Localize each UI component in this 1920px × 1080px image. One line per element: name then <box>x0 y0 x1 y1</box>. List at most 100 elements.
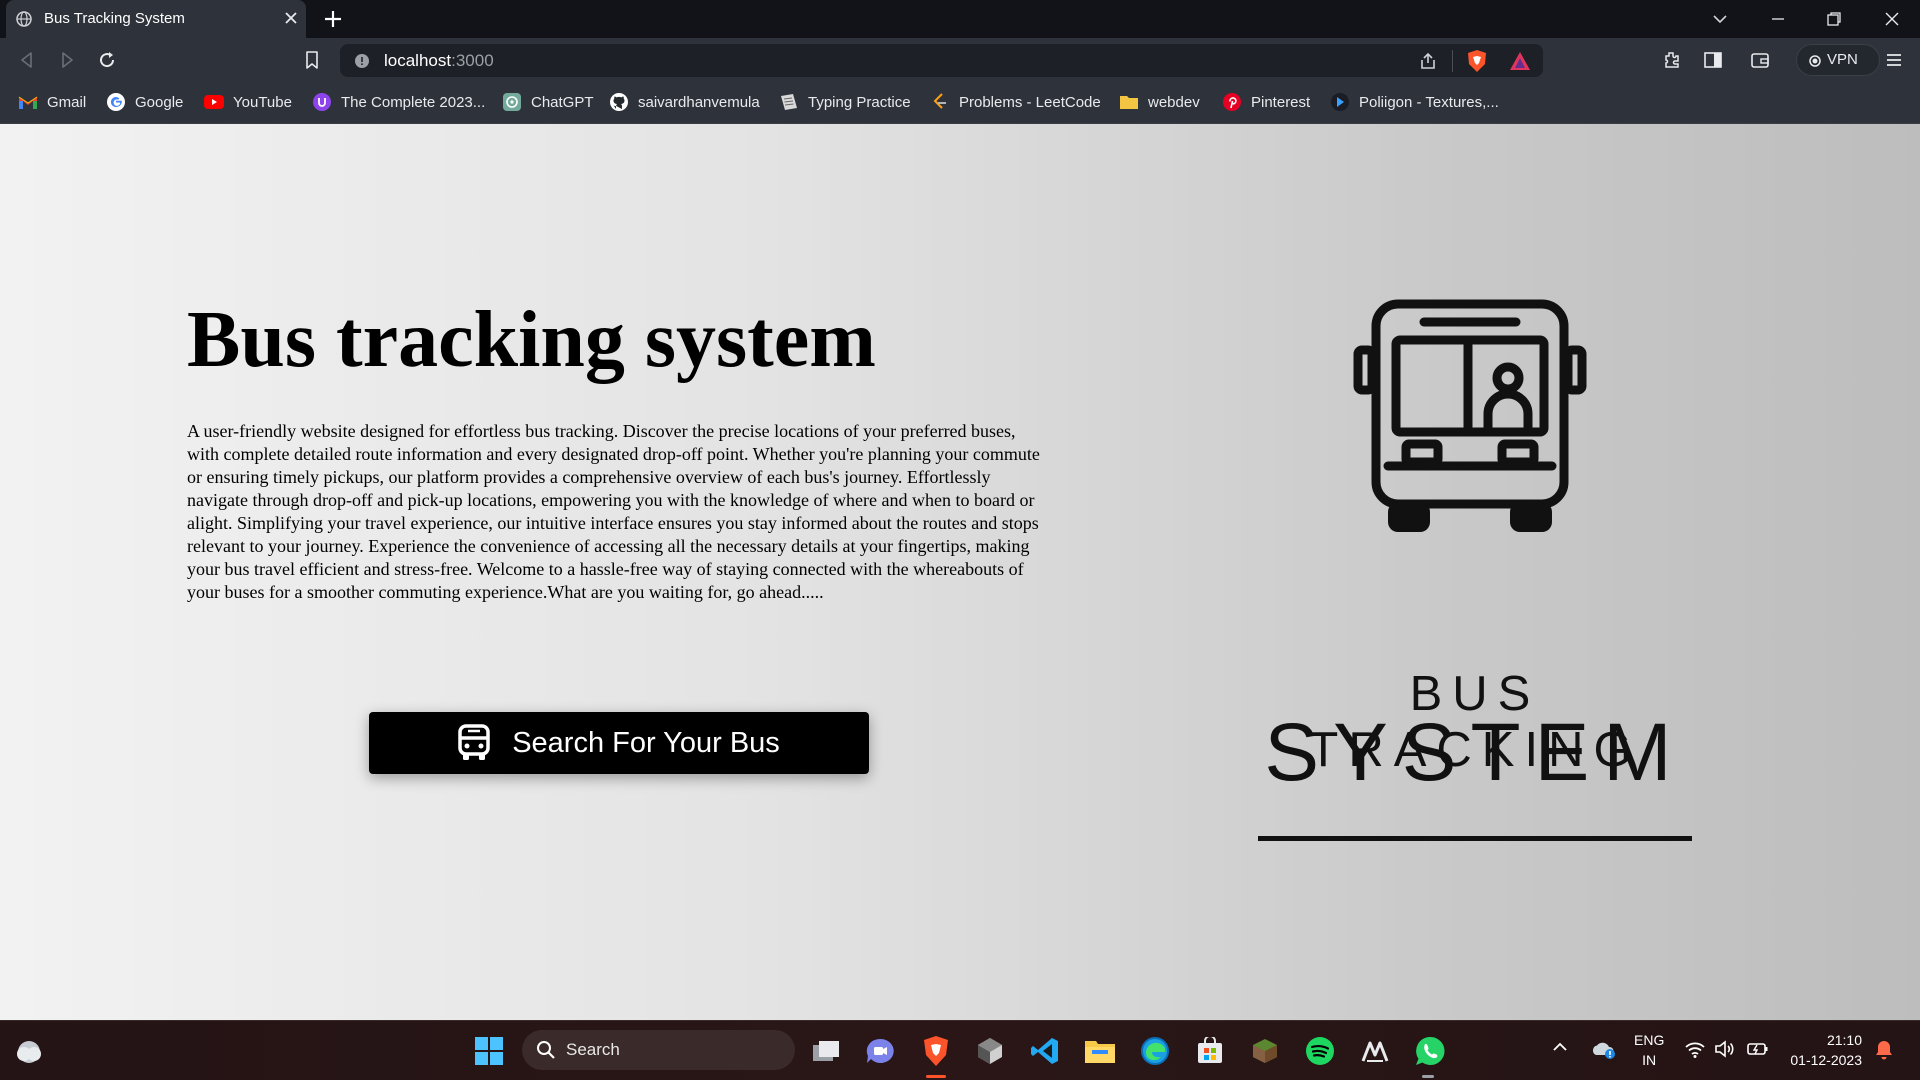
bookmark-icon[interactable] <box>304 50 320 70</box>
new-tab-icon[interactable] <box>322 8 344 30</box>
typing-icon <box>779 92 799 112</box>
brave-browser-icon[interactable] <box>918 1033 954 1069</box>
bookmarks-bar: Gmail Google YouTube The Complete 2023..… <box>0 82 1920 124</box>
extensions-icon[interactable] <box>1662 50 1682 70</box>
search-bus-button-label: Search For Your Bus <box>512 726 780 759</box>
bookmark-gmail[interactable]: Gmail <box>18 91 86 113</box>
volume-icon[interactable] <box>1714 1039 1736 1059</box>
unity-icon[interactable] <box>972 1033 1008 1069</box>
menu-icon[interactable] <box>1884 50 1904 70</box>
search-icon <box>536 1040 556 1060</box>
microsoft-store-icon[interactable] <box>1192 1033 1228 1069</box>
bookmark-label: Poliigon - Textures,... <box>1359 93 1499 111</box>
input-language[interactable]: ENG IN <box>1634 1030 1664 1070</box>
tab-search-chevron-icon[interactable] <box>1712 12 1728 26</box>
search-bus-button[interactable]: Search For Your Bus <box>369 712 869 774</box>
taskbar-search[interactable]: Search <box>522 1030 795 1070</box>
bookmark-github[interactable]: saivardhanvemula <box>609 91 760 113</box>
url-host: localhost <box>384 51 452 70</box>
bookmark-label: YouTube <box>233 93 292 111</box>
wifi-icon[interactable] <box>1684 1039 1706 1059</box>
globe-icon <box>16 11 32 27</box>
page-title: Bus tracking system <box>187 296 876 384</box>
clock[interactable]: 21:10 01-12-2023 <box>1780 1030 1862 1070</box>
google-icon <box>106 92 126 112</box>
vpn-label: VPN <box>1827 51 1858 68</box>
bookmark-label: Pinterest <box>1251 93 1311 111</box>
taskbar: Search ENG IN 21:10 01-12-2023 <box>0 1020 1920 1080</box>
close-tab-icon[interactable] <box>284 11 298 25</box>
logo-underline <box>1258 836 1692 841</box>
bookmark-label: ChatGPT <box>531 93 594 111</box>
brave-shields-icon[interactable] <box>1466 49 1488 73</box>
github-icon <box>609 92 629 112</box>
browser-tab[interactable]: Bus Tracking System <box>6 0 306 38</box>
alight-motion-icon[interactable] <box>1357 1033 1393 1069</box>
bookmark-label: Problems - LeetCode <box>959 93 1101 111</box>
bookmark-typing-practice[interactable]: Typing Practice <box>779 91 911 113</box>
folder-icon <box>1119 92 1139 112</box>
close-window-icon[interactable] <box>1884 11 1900 27</box>
minimize-icon[interactable] <box>1770 12 1786 26</box>
reload-icon[interactable] <box>97 50 117 70</box>
active-app-indicator <box>926 1075 946 1078</box>
bus-tracking-logo: BUS TRACKING SYSTEM <box>1250 298 1700 858</box>
bus-icon <box>458 724 490 762</box>
bookmark-label: The Complete 2023... <box>341 93 486 111</box>
youtube-icon <box>204 92 224 112</box>
start-icon[interactable] <box>471 1033 507 1069</box>
forward-icon[interactable] <box>58 50 76 70</box>
bookmark-youtube[interactable]: YouTube <box>204 91 292 113</box>
weather-icon[interactable] <box>14 1037 44 1063</box>
spotify-icon[interactable] <box>1302 1033 1338 1069</box>
vpn-button[interactable]: VPN <box>1796 44 1880 76</box>
show-hidden-icons-chevron[interactable] <box>1552 1041 1568 1053</box>
whatsapp-icon[interactable] <box>1412 1033 1448 1069</box>
bookmark-chatgpt[interactable]: ChatGPT <box>502 91 594 113</box>
bookmark-label: webdev <box>1148 93 1200 111</box>
poliigon-icon <box>1330 92 1350 112</box>
language-code: ENG <box>1634 1032 1665 1048</box>
logo-text-line2: SYSTEM <box>1264 707 1686 798</box>
bookmark-label: Gmail <box>47 93 87 111</box>
url-text: localhost:3000 <box>384 51 494 71</box>
bookmark-pinterest[interactable]: Pinterest <box>1222 91 1310 113</box>
chatgpt-icon <box>502 92 522 112</box>
wallet-icon[interactable] <box>1750 50 1770 70</box>
pinterest-icon <box>1222 92 1242 112</box>
battery-icon[interactable] <box>1746 1039 1770 1059</box>
vpn-status-icon <box>1809 55 1821 67</box>
task-view-icon[interactable] <box>808 1033 844 1069</box>
notification-bell-icon[interactable] <box>1874 1039 1894 1061</box>
taskbar-search-label: Search <box>566 1040 620 1059</box>
back-icon[interactable] <box>18 50 36 70</box>
gmail-icon <box>18 92 38 112</box>
sidebar-icon[interactable] <box>1703 50 1723 70</box>
omnibox-divider <box>1452 50 1453 72</box>
site-info-icon[interactable] <box>354 53 370 69</box>
bookmark-label: Typing Practice <box>808 93 911 111</box>
share-icon[interactable] <box>1418 51 1438 71</box>
clock-time: 21:10 <box>1826 1032 1862 1048</box>
bookmark-google[interactable]: Google <box>106 91 183 113</box>
teams-chat-icon[interactable] <box>862 1033 898 1069</box>
bookmark-label: Google <box>135 93 184 111</box>
minecraft-icon[interactable] <box>1247 1033 1283 1069</box>
clock-date: 01-12-2023 <box>1790 1052 1862 1068</box>
file-explorer-icon[interactable] <box>1082 1033 1118 1069</box>
page-description: A user-friendly website designed for eff… <box>187 421 1040 602</box>
browser-toolbar: localhost:3000 VPN <box>0 38 1920 82</box>
bookmark-course[interactable]: The Complete 2023... <box>312 91 485 113</box>
tab-strip: Bus Tracking System <box>0 0 1920 38</box>
onedrive-icon[interactable] <box>1590 1039 1616 1059</box>
bookmark-poliigon[interactable]: Poliigon - Textures,... <box>1330 91 1499 113</box>
restore-icon[interactable] <box>1826 11 1842 27</box>
edge-icon[interactable] <box>1137 1033 1173 1069</box>
bookmark-folder-webdev[interactable]: webdev <box>1119 91 1200 113</box>
brave-rewards-icon[interactable] <box>1508 50 1532 72</box>
vscode-icon[interactable] <box>1027 1033 1063 1069</box>
leetcode-icon <box>930 92 950 112</box>
tab-title: Bus Tracking System <box>44 10 185 27</box>
address-bar[interactable]: localhost:3000 <box>340 44 1543 77</box>
bookmark-leetcode[interactable]: Problems - LeetCode <box>930 91 1101 113</box>
